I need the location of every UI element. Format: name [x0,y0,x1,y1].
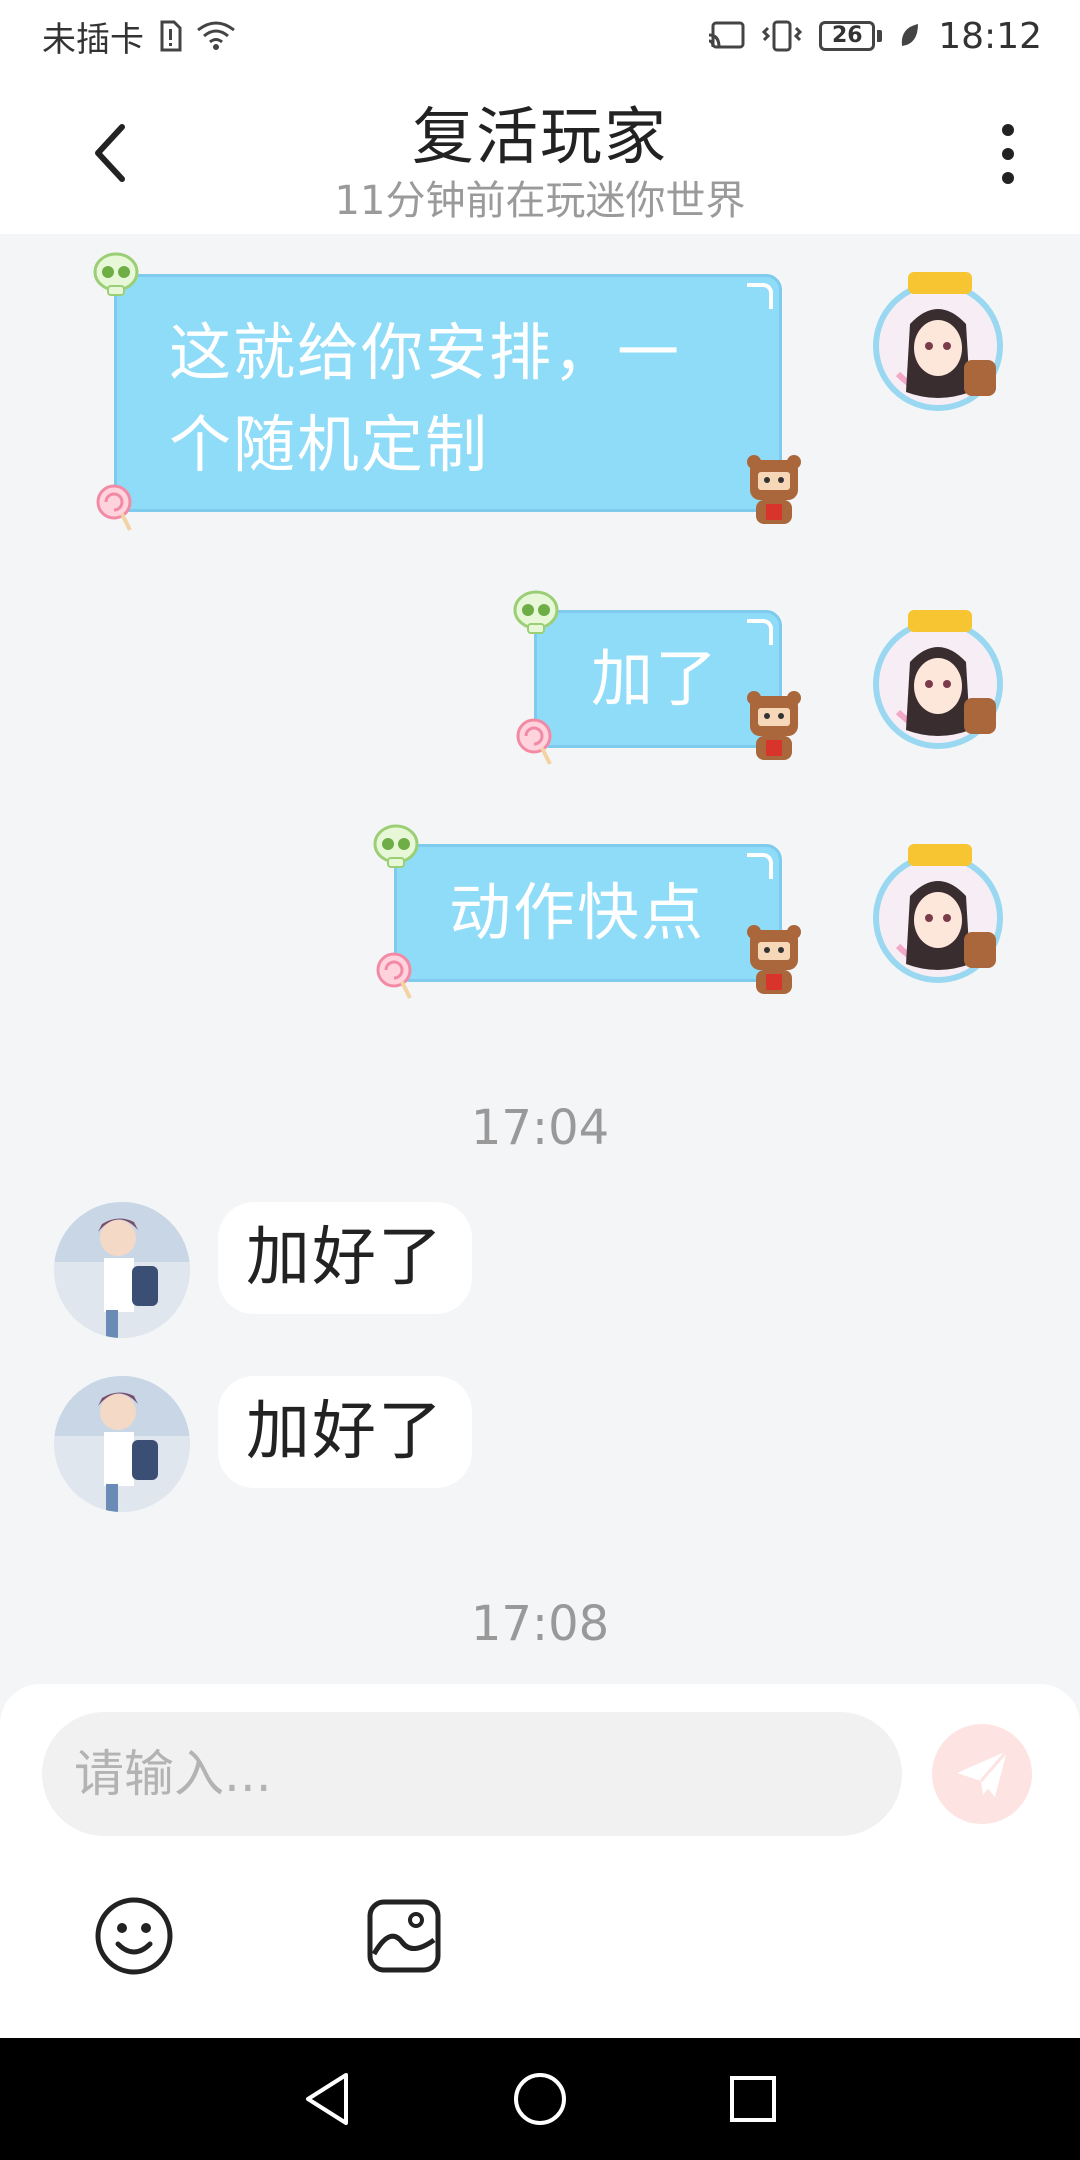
nav-back-button[interactable] [292,2064,362,2134]
sim-alert-icon [158,20,182,52]
contact-avatar[interactable] [54,1202,190,1338]
battery-level: 26 [819,21,876,51]
image-icon [367,1899,441,1973]
send-icon [957,1750,1009,1797]
my-avatar[interactable] [868,836,1008,983]
message-text: 动作快点 [449,876,706,949]
my-avatar[interactable] [868,264,1008,411]
leaf-icon [898,22,922,50]
received-message-bubble[interactable]: 加好了 [218,1376,472,1488]
chat-header: 复活玩家 11分钟前在玩迷你世界 [0,72,1080,234]
emoji-icon [95,1897,173,1975]
status-left: 未插卡 [42,12,236,61]
sent-message-bubble[interactable]: 这就给你安排，一个随机定制 [114,274,782,512]
wifi-icon [196,20,236,52]
message-timestamp: 17:04 [470,1100,610,1156]
lollipop-sticker-icon [516,718,552,765]
message-timestamp: 17:08 [470,1596,610,1652]
sent-message-bubble[interactable]: 动作快点 [394,844,782,982]
contact-avatar[interactable] [54,1376,190,1512]
message-input[interactable] [42,1712,902,1836]
more-vertical-icon [1002,124,1014,136]
chat-messages[interactable]: 这就给你安排，一个随机定制 加了 动作快点 17:04 加好了 加好了 17:0… [0,234,1080,1684]
status-bar: 未插卡 26 18:12 [0,0,1080,72]
status-time: 18:12 [938,15,1042,57]
my-avatar[interactable] [868,602,1008,749]
skull-sticker-icon [93,252,139,296]
send-button[interactable] [932,1724,1032,1824]
triangle-back-icon [305,2073,348,2125]
received-message-bubble[interactable]: 加好了 [218,1202,472,1314]
cast-icon [707,21,745,51]
bear-sticker-icon [747,455,801,524]
message-text: 加了 [591,642,720,715]
nav-recents-button[interactable] [718,2064,788,2134]
message-text: 加好了 [246,1221,444,1295]
system-navigation-bar [0,2038,1080,2160]
lollipop-sticker-icon [96,484,132,531]
nav-home-button[interactable] [505,2064,575,2134]
square-recents-icon [730,2076,777,2122]
circle-home-icon [513,2073,566,2125]
message-input-panel [0,1684,1080,2038]
lollipop-sticker-icon [376,952,412,999]
status-right: 26 18:12 [707,16,1042,57]
carrier-label: 未插卡 [42,19,144,60]
skull-sticker-icon [373,824,419,868]
last-active-subtitle: 11分钟前在玩迷你世界 [334,178,746,224]
message-text: 这就给你安排，一个随机定制 [169,316,682,481]
more-options-button[interactable] [988,116,1028,192]
image-button[interactable] [362,1894,446,1978]
skull-sticker-icon [513,590,559,634]
message-text: 加好了 [246,1395,444,1469]
vibrate-icon [761,20,803,52]
battery-icon: 26 [819,21,883,51]
page-title: 复活玩家 [411,100,668,173]
emoji-button[interactable] [92,1894,176,1978]
